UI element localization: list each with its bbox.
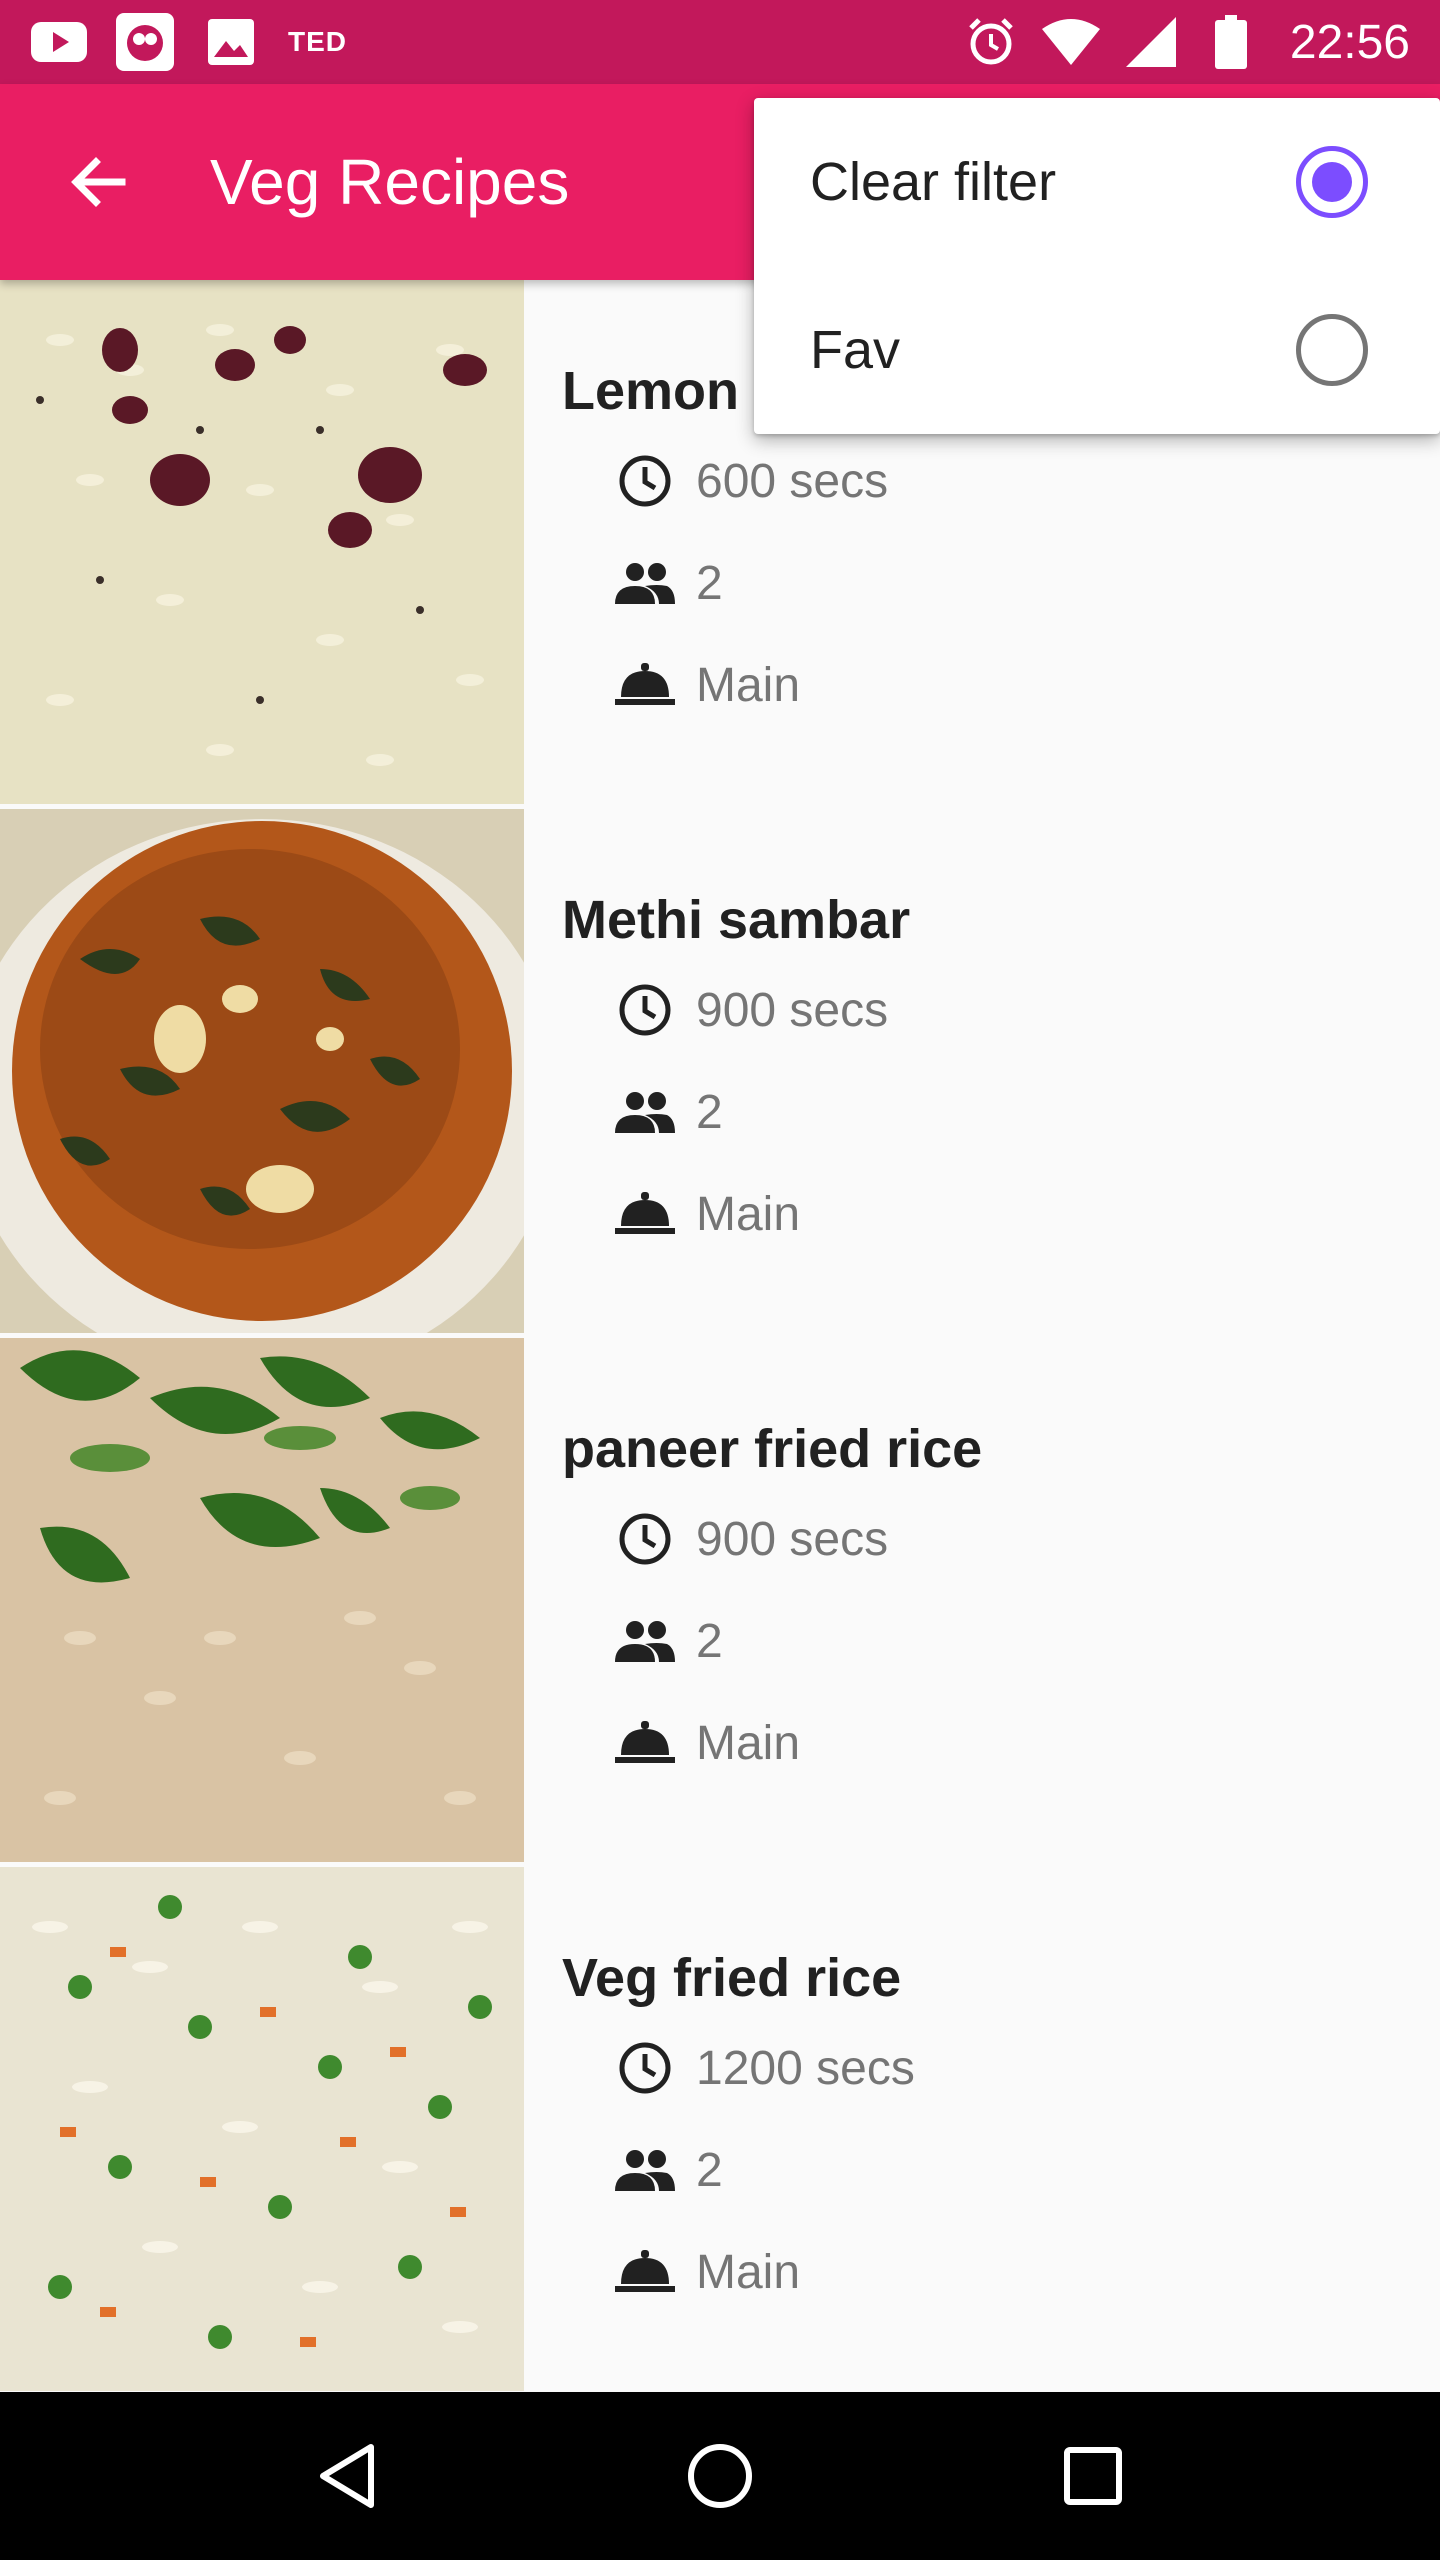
recipe-name: paneer fried rice [562,1419,983,1479]
course-value: Main [696,658,801,712]
recipe-servings: 2 [614,1081,723,1143]
time-value: 900 secs [696,983,889,1037]
notification-area: TED [30,13,347,71]
wifi-icon [1041,13,1100,71]
arrow-back-icon [71,157,126,207]
battery-icon [1202,13,1260,71]
recipe-photo [0,1867,524,2391]
recipe-course: Main [614,1183,800,1245]
people-icon [614,2139,676,2201]
nav-back-button[interactable] [282,2411,412,2541]
clock-icon [614,2037,676,2099]
menu-item-label: Clear filter [810,152,1057,212]
nav-recents-button[interactable] [1028,2411,1158,2541]
recipe-row[interactable]: Methi sambar 900 secs 2 Main [0,809,1440,1338]
recipe-row[interactable]: paneer fried rice 900 secs 2 Main [0,1338,1440,1867]
recipe-photo [0,809,524,1333]
recipe-time: 1200 secs [614,2037,915,2099]
back-button[interactable] [38,122,158,242]
system-status-area: 22:56 [962,13,1410,71]
youtube-icon [30,13,88,71]
recipe-course: Main [614,1712,800,1774]
recipe-time: 600 secs [614,450,888,512]
recipe-name: Lemon I [562,361,770,421]
recipe-time: 900 secs [614,979,888,1041]
people-icon [614,1610,676,1672]
course-value: Main [696,2245,801,2299]
clock: 22:56 [1289,15,1410,69]
signal-icon [1122,13,1180,71]
menu-item-label: Fav [810,320,901,380]
menu-item-clear-filter[interactable]: Clear filter [754,98,1440,266]
clock-icon [614,979,676,1041]
menu-item-fav[interactable]: Fav [754,266,1440,434]
servings-value: 2 [696,2143,723,2197]
course-value: Main [696,1187,801,1241]
page-title: Veg Recipes [210,146,570,218]
recipe-name: Methi sambar [562,890,911,950]
recipe-time: 900 secs [614,1508,888,1570]
filter-popup-menu: Clear filter Fav [754,98,1440,434]
time-value: 900 secs [696,1512,889,1566]
recents-square-icon [1064,2447,1123,2505]
servings-value: 2 [696,1085,723,1139]
status-bar: TED 22:56 [0,0,1440,84]
time-value: 1200 secs [696,2041,915,2095]
dish-icon [614,1712,676,1774]
home-circle-icon [687,2444,752,2508]
time-value: 600 secs [696,454,889,508]
servings-value: 2 [696,556,723,610]
recipe-photo [0,1338,524,1862]
dish-icon [614,654,676,716]
recipe-course: Main [614,2241,800,2303]
app-notification-icon [116,13,174,71]
radio-unselected-icon[interactable] [1296,314,1368,386]
recipe-servings: 2 [614,2139,723,2201]
recipe-list: Lemon I 600 secs 2 Main Methi sambar 900… [0,280,1440,2392]
nav-home-button[interactable] [655,2411,785,2541]
recipe-servings: 2 [614,1610,723,1672]
image-icon [202,13,260,71]
dish-icon [614,1183,676,1245]
clock-icon [614,1508,676,1570]
dish-icon [614,2241,676,2303]
clock-icon [614,450,676,512]
course-value: Main [696,1716,801,1770]
ted-label: TED [288,26,347,57]
alarm-icon [962,13,1020,71]
recipe-servings: 2 [614,552,723,614]
people-icon [614,1081,676,1143]
back-triangle-icon [319,2444,374,2508]
servings-value: 2 [696,1614,723,1668]
system-nav-bar [0,2392,1440,2560]
recipe-course: Main [614,654,800,716]
recipe-name: Veg fried rice [562,1948,902,2008]
recipe-photo [0,280,524,804]
people-icon [614,552,676,614]
recipe-row[interactable]: Veg fried rice 1200 secs 2 Main [0,1867,1440,2392]
radio-selected-icon[interactable] [1296,146,1368,218]
